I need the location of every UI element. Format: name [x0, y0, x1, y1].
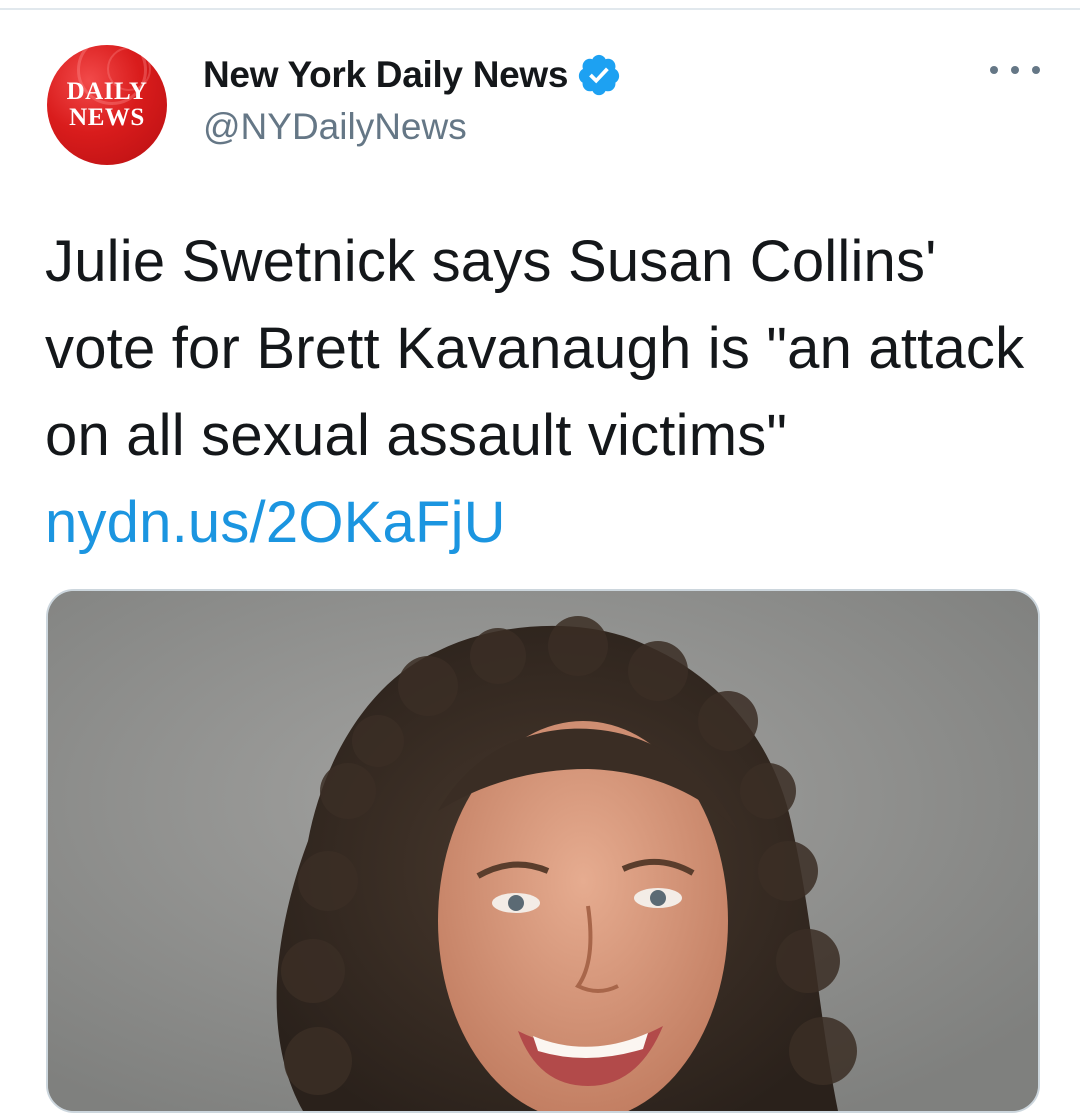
avatar-logo-line2: NEWS	[69, 104, 145, 131]
avatar-logo-line1: DAILY	[66, 78, 148, 105]
more-horizontal-icon[interactable]	[990, 60, 1040, 80]
more-dot	[1011, 66, 1019, 74]
name-row: New York Daily News	[203, 50, 622, 100]
avatar[interactable]: DAILY NEWS	[47, 45, 167, 165]
display-name[interactable]: New York Daily News	[203, 54, 568, 96]
tweet-image[interactable]	[46, 589, 1040, 1113]
verified-badge-icon	[576, 52, 622, 98]
more-dot	[1032, 66, 1040, 74]
tweet-text: Julie Swetnick says Susan Collins' vote …	[45, 218, 1055, 566]
photo-illustration	[48, 591, 1038, 1111]
tweet-header: DAILY NEWS New York Daily News @NYDailyN…	[0, 0, 1080, 200]
more-dot	[990, 66, 998, 74]
tweet-body: Julie Swetnick says Susan Collins' vote …	[45, 229, 1025, 468]
tweet-link[interactable]: nydn.us/2OKaFjU	[45, 490, 506, 555]
user-handle[interactable]: @NYDailyNews	[203, 106, 467, 148]
